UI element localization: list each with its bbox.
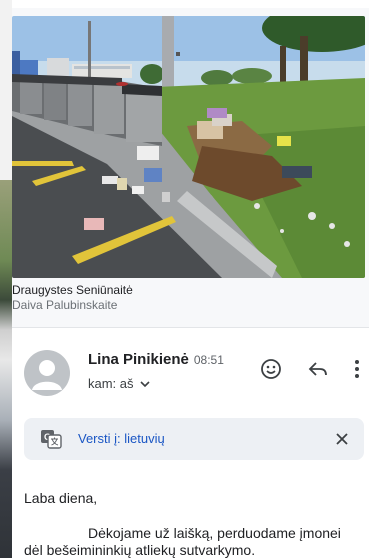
background-underlay bbox=[0, 0, 12, 558]
person-icon bbox=[32, 360, 62, 390]
translate-link[interactable]: Versti į: lietuvių bbox=[78, 431, 165, 446]
caption-title: Draugystes Seniūnaitė bbox=[12, 283, 133, 297]
sender-avatar[interactable] bbox=[24, 350, 70, 396]
close-icon bbox=[336, 433, 348, 445]
email-greeting: Laba diena, bbox=[24, 490, 98, 506]
roadside-waste-photo[interactable] bbox=[12, 16, 365, 278]
recipient-label: kam: aš bbox=[88, 376, 134, 391]
caption-author: Daiva Palubinskaite bbox=[12, 298, 118, 312]
close-translate-button[interactable] bbox=[330, 427, 354, 451]
reply-icon bbox=[308, 362, 327, 376]
emoji-smile-icon bbox=[261, 359, 281, 379]
email-message: Lina Pinikienė 08:51 kam: aš G bbox=[12, 328, 369, 558]
more-options-button[interactable] bbox=[344, 356, 369, 382]
more-vert-icon bbox=[355, 360, 359, 378]
translate-banner: G Versti į: lietuvių bbox=[24, 418, 364, 460]
sent-time: 08:51 bbox=[193, 353, 224, 367]
sender-header: Lina Pinikienė 08:51 bbox=[88, 351, 224, 368]
emoji-reaction-button[interactable] bbox=[258, 356, 284, 382]
reply-button[interactable] bbox=[305, 356, 331, 382]
chevron-down-icon bbox=[139, 380, 150, 387]
sender-name[interactable]: Lina Pinikienė bbox=[88, 351, 189, 368]
email-body-line-1: Dėkojame už laišką, perduodame įmonei bbox=[88, 525, 341, 541]
email-body-line-2: dėl bešeimininkių atliekų sutvarkymo. bbox=[24, 542, 256, 558]
translate-icon: G bbox=[41, 430, 62, 449]
recipient-toggle[interactable]: kam: aš bbox=[88, 376, 150, 391]
photo-caption: Draugystes Seniūnaitė Daiva Palubinskait… bbox=[12, 283, 352, 313]
